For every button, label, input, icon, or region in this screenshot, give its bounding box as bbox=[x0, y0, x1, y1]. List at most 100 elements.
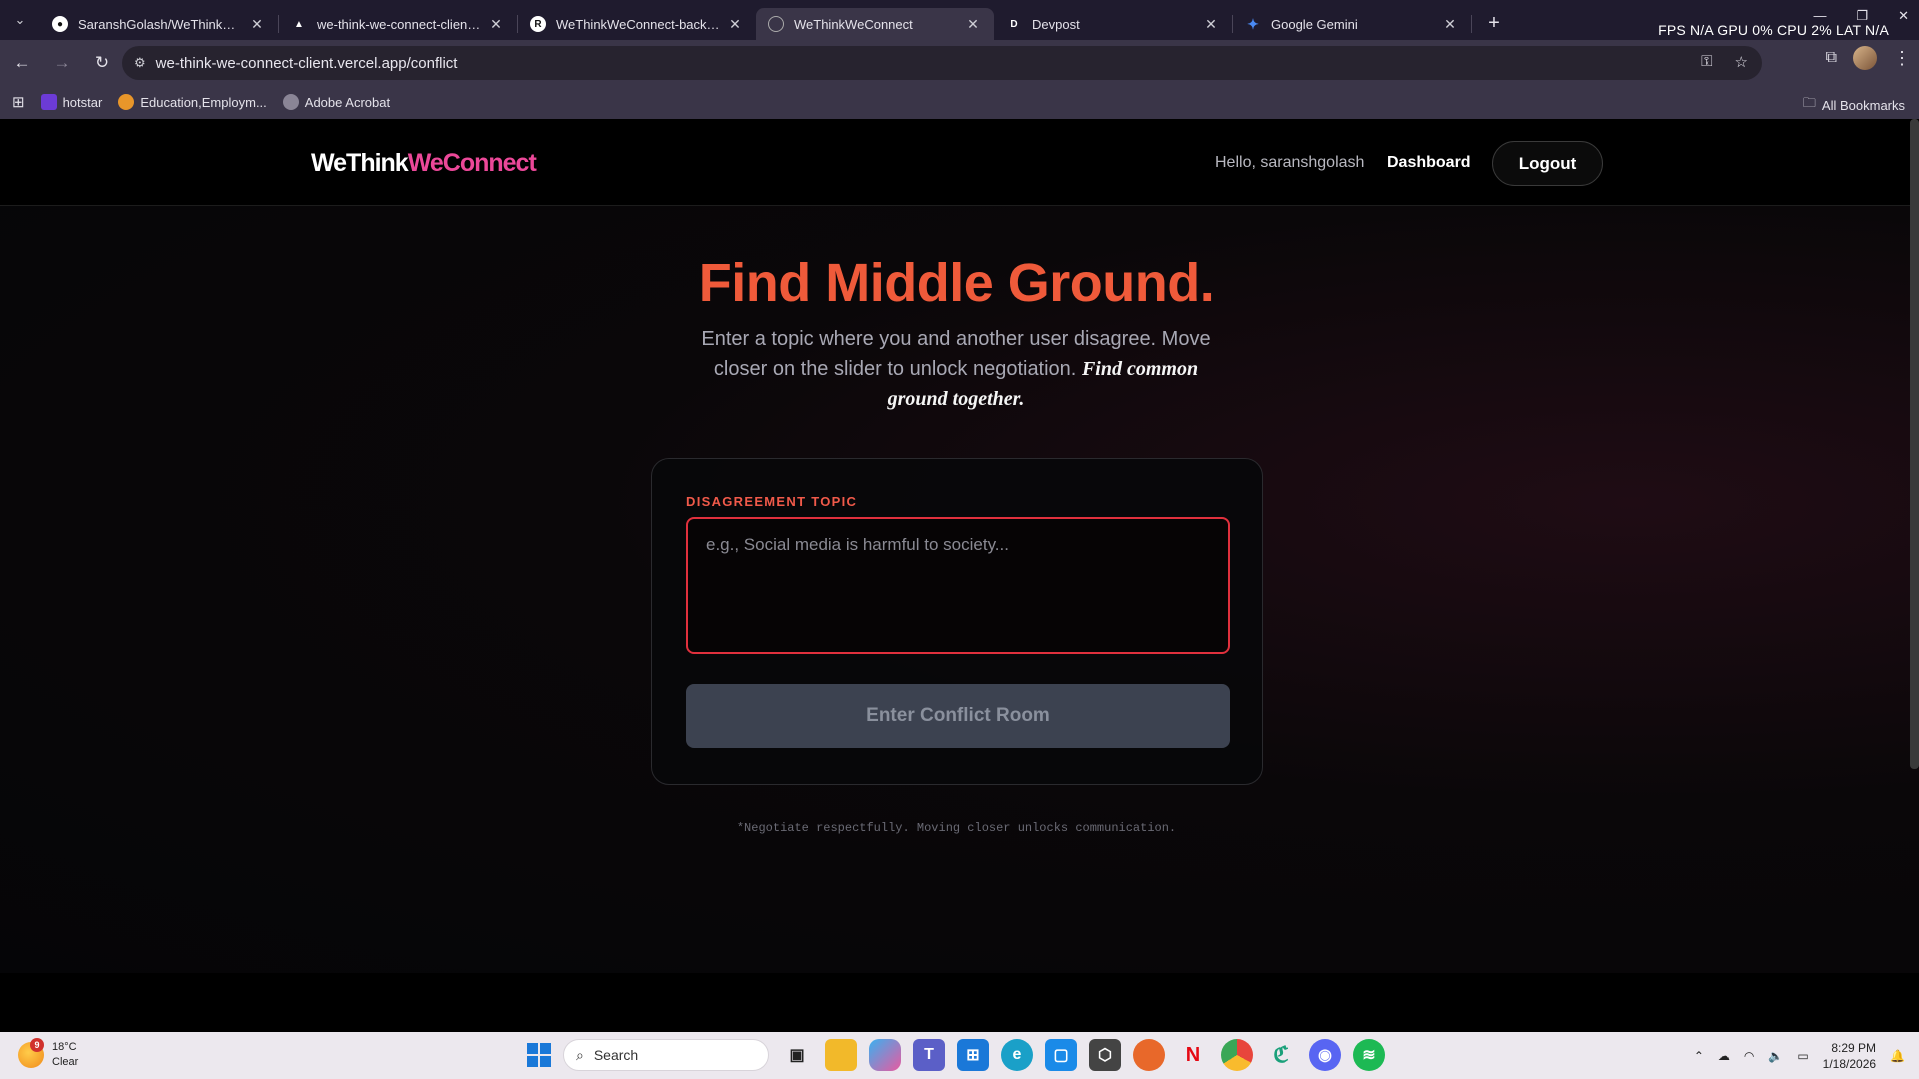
topic-input[interactable] bbox=[686, 517, 1230, 654]
volume-icon[interactable]: 🔈 bbox=[1768, 1049, 1783, 1063]
bookmark-adobe-acrobat[interactable]: Adobe Acrobat bbox=[282, 94, 391, 110]
task-view-icon[interactable]: ▣ bbox=[781, 1039, 813, 1071]
taskbar-apps: ⌕ Search ▣ T ⊞ e ▢ ⬡ N ℭ ◉ ≋ bbox=[527, 1039, 1385, 1071]
folder-icon: 🗀 bbox=[1802, 95, 1816, 110]
netflix-icon[interactable]: N bbox=[1177, 1039, 1209, 1071]
page-content: WeThinkWeConnect Hello, saranshgolash Da… bbox=[0, 119, 1919, 973]
app-icon[interactable]: ℭ bbox=[1265, 1039, 1297, 1071]
logout-button[interactable]: Logout bbox=[1492, 141, 1603, 186]
date: 1/18/2026 bbox=[1822, 1057, 1877, 1071]
close-tab-icon[interactable]: ✕ bbox=[1202, 16, 1220, 33]
onedrive-icon[interactable]: ☁ bbox=[1718, 1049, 1730, 1063]
footnote: *Negotiate respectfully. Moving closer u… bbox=[736, 821, 1177, 835]
tab-title: Devpost bbox=[1032, 16, 1080, 32]
page-subtitle: Enter a topic where you and another user… bbox=[690, 324, 1222, 414]
site-logo[interactable]: WeThinkWeConnect bbox=[311, 149, 537, 178]
start-icon[interactable] bbox=[527, 1043, 551, 1067]
bookmark-education[interactable]: Education,Employm... bbox=[118, 94, 267, 110]
globe-icon bbox=[282, 94, 299, 110]
all-bookmarks-button[interactable]: 🗀 All Bookmarks bbox=[1803, 94, 1905, 116]
close-tab-icon[interactable]: ✕ bbox=[964, 16, 982, 33]
tab-title: Google Gemini bbox=[1271, 16, 1358, 32]
browser-tab-active[interactable]: WeThinkWeConnect ✕ bbox=[756, 8, 994, 40]
logo-part-2: WeConnect bbox=[407, 149, 537, 177]
copilot-icon[interactable] bbox=[869, 1039, 901, 1071]
firefox-icon[interactable] bbox=[1133, 1039, 1165, 1071]
unity-icon[interactable]: ⬡ bbox=[1089, 1039, 1121, 1071]
bookmark-label: Adobe Acrobat bbox=[304, 94, 391, 110]
weather-desc: Clear bbox=[52, 1056, 79, 1068]
bookmark-label: hotstar bbox=[62, 94, 103, 110]
new-tab-button[interactable]: + bbox=[1478, 7, 1510, 39]
browser-tab[interactable]: ▲ we-think-we-connect-client - Ov ✕ bbox=[279, 8, 517, 40]
tab-title: SaranshGolash/WeThinkWeConnect bbox=[78, 16, 242, 32]
browser-tab[interactable]: R WeThinkWeConnect-backend - R ✕ bbox=[518, 8, 756, 40]
site-info-icon[interactable]: ⚙ bbox=[134, 55, 146, 71]
greeting: Hello, saranshgolash bbox=[1215, 154, 1365, 171]
github-icon: ● bbox=[52, 16, 68, 32]
gemini-icon: ✦ bbox=[1247, 15, 1259, 32]
menu-icon[interactable]: ⋮ bbox=[1893, 48, 1911, 69]
windows-taskbar: 9 18°C Clear ⌕ Search ▣ T ⊞ e ▢ ⬡ N ℭ ◉ … bbox=[0, 1032, 1919, 1079]
teams-icon[interactable]: T bbox=[913, 1039, 945, 1071]
battery-icon[interactable]: ▭ bbox=[1797, 1049, 1808, 1063]
render-icon: R bbox=[530, 16, 546, 32]
hotstar-icon bbox=[40, 94, 57, 110]
search-icon: ⌕ bbox=[576, 1046, 584, 1063]
extensions-icon[interactable]: ⧉ bbox=[1826, 49, 1837, 67]
profile-avatar[interactable] bbox=[1853, 46, 1877, 70]
app-icon[interactable]: ▢ bbox=[1045, 1039, 1077, 1071]
close-window-icon[interactable]: ✕ bbox=[1898, 8, 1909, 24]
notification-icon[interactable]: 🔔 bbox=[1890, 1049, 1905, 1063]
chevron-up-icon[interactable]: ⌃ bbox=[1694, 1049, 1704, 1063]
search-placeholder: Search bbox=[593, 1047, 639, 1063]
globe-icon bbox=[768, 16, 784, 32]
apps-grid-icon[interactable]: ⊞ bbox=[12, 93, 25, 111]
weather-widget[interactable]: 9 18°C Clear bbox=[18, 1038, 79, 1070]
tab-divider bbox=[1471, 15, 1472, 33]
close-tab-icon[interactable]: ✕ bbox=[1441, 16, 1459, 33]
spotify-icon[interactable]: ≋ bbox=[1353, 1039, 1385, 1071]
edge-icon[interactable]: e bbox=[1001, 1039, 1033, 1071]
wifi-icon[interactable]: ◠ bbox=[1744, 1049, 1754, 1063]
tab-search-button[interactable]: ⌄ bbox=[0, 0, 40, 40]
browser-tab[interactable]: D Devpost ✕ bbox=[994, 8, 1232, 40]
taskbar-search[interactable]: ⌕ Search bbox=[563, 1039, 769, 1071]
page-title: Find Middle Ground. bbox=[698, 253, 1215, 313]
back-icon[interactable]: ← bbox=[4, 45, 40, 81]
weather-temp: 18°C bbox=[52, 1041, 77, 1053]
logo-part-1: WeThink bbox=[311, 149, 409, 177]
time: 8:29 PM bbox=[1831, 1041, 1877, 1055]
close-tab-icon[interactable]: ✕ bbox=[726, 16, 744, 33]
password-key-icon[interactable]: ⚿ bbox=[1701, 53, 1712, 71]
browser-tab[interactable]: ● SaranshGolash/WeThinkWeConnect ✕ bbox=[40, 8, 278, 40]
close-tab-icon[interactable]: ✕ bbox=[248, 16, 266, 33]
browser-tab[interactable]: ✦ Google Gemini ✕ bbox=[1233, 8, 1471, 40]
education-icon bbox=[118, 94, 135, 110]
clock[interactable]: 8:29 PM 1/18/2026 bbox=[1823, 1040, 1876, 1072]
tab-title: WeThinkWeConnect bbox=[794, 16, 913, 32]
forward-icon[interactable]: → bbox=[44, 45, 80, 81]
bookmark-hotstar[interactable]: hotstar bbox=[40, 94, 103, 110]
bookmark-star-icon[interactable]: ☆ bbox=[1735, 53, 1748, 71]
all-bookmarks-label: All Bookmarks bbox=[1821, 97, 1905, 113]
dashboard-link[interactable]: Dashboard bbox=[1387, 154, 1471, 172]
url-text[interactable]: we-think-we-connect-client.vercel.app/co… bbox=[156, 55, 458, 72]
tab-title: WeThinkWeConnect-backend - R bbox=[556, 16, 720, 32]
bookmark-label: Education,Employm... bbox=[140, 94, 267, 110]
vercel-icon: ▲ bbox=[294, 18, 304, 30]
enter-conflict-room-button[interactable]: Enter Conflict Room bbox=[686, 684, 1230, 748]
address-toolbar: ← → ↻ ⚙ we-think-we-connect-client.verce… bbox=[0, 40, 1919, 85]
close-tab-icon[interactable]: ✕ bbox=[487, 16, 505, 33]
devpost-icon: D bbox=[1010, 18, 1018, 30]
discord-icon[interactable]: ◉ bbox=[1309, 1039, 1341, 1071]
chrome-icon[interactable] bbox=[1221, 1039, 1253, 1071]
file-explorer-icon[interactable] bbox=[825, 1039, 857, 1071]
page-scrollbar[interactable] bbox=[1910, 119, 1919, 769]
topic-label: DISAGREEMENT TOPIC bbox=[686, 494, 858, 509]
topic-card: DISAGREEMENT TOPIC Enter Conflict Room bbox=[651, 458, 1263, 785]
reload-icon[interactable]: ↻ bbox=[84, 45, 120, 81]
bookmarks-bar: ⊞ hotstar Education,Employm... Adobe Acr… bbox=[0, 85, 1919, 119]
store-icon[interactable]: ⊞ bbox=[957, 1039, 989, 1071]
address-bar[interactable]: ⚙ we-think-we-connect-client.vercel.app/… bbox=[122, 46, 1762, 80]
